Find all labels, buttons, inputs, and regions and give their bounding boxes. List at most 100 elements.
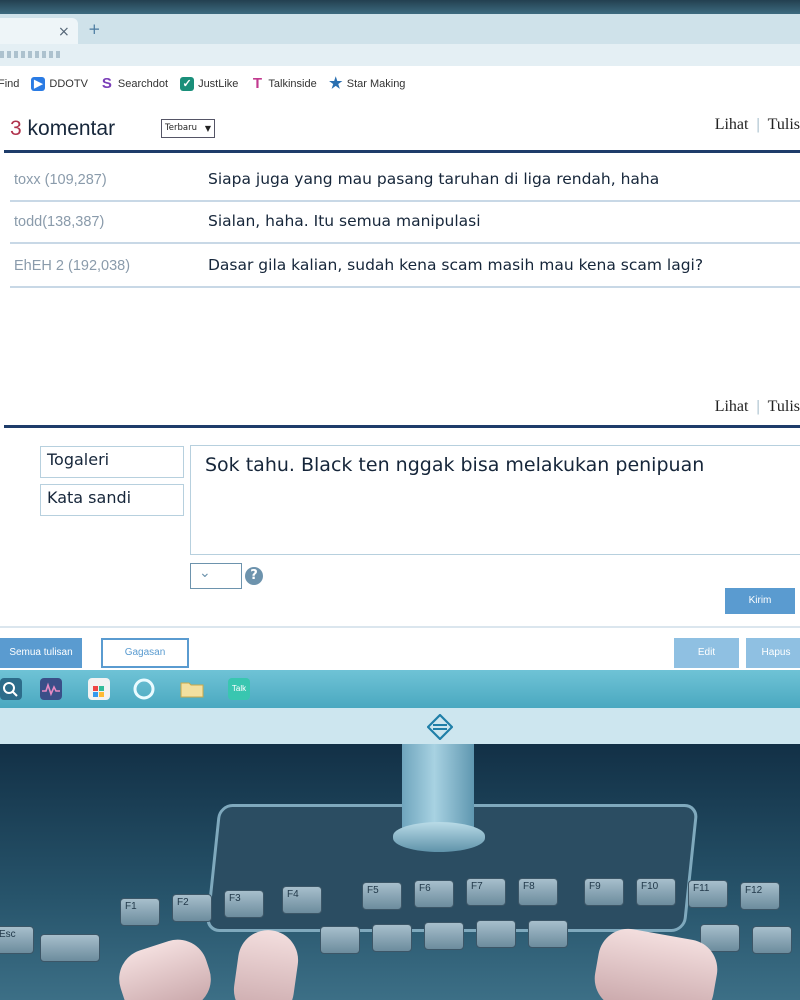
keyboard-key[interactable]: Esc	[0, 926, 34, 954]
keyboard-key[interactable]	[320, 926, 360, 954]
keyboard-key[interactable]: F2	[172, 894, 212, 922]
start-search-icon[interactable]	[0, 678, 22, 700]
comments-header: 3 komentar Terbaru ▼ Lihat | Tulis	[0, 114, 800, 148]
comments-divider	[4, 150, 800, 153]
submit-button[interactable]: Kirim	[725, 588, 795, 614]
keyboard-key[interactable]	[424, 922, 464, 950]
browser-icon[interactable]	[133, 678, 155, 700]
all-posts-button[interactable]: Semua tulisan	[0, 638, 82, 668]
comment-count-label: komentar	[27, 117, 116, 140]
comment-text: Dasar gila kalian, sudah kena scam masih…	[208, 256, 704, 274]
edit-button[interactable]: Edit	[674, 638, 739, 668]
browser-tab[interactable]: ×	[0, 18, 78, 44]
desk-scene: Esc F1 F2 F3 F4 F5 F6 F7 F8 F9 F10 F11 F…	[0, 744, 800, 1000]
bookmark-star-making[interactable]: ★ Star Making	[329, 75, 406, 92]
keyboard-key[interactable]: F3	[224, 890, 264, 918]
os-taskbar: Talk	[0, 670, 800, 708]
monitor-logo-icon	[427, 714, 453, 740]
keyboard-key[interactable]	[752, 926, 792, 954]
comment-text: Sialan, haha. Itu semua manipulasi	[208, 212, 481, 230]
view-link[interactable]: Lihat	[715, 398, 749, 415]
monitor-bezel	[0, 708, 800, 744]
name-field[interactable]: Togaleri	[40, 446, 184, 478]
link-separator: |	[756, 398, 760, 415]
password-placeholder: Kata sandi	[47, 488, 132, 507]
help-icon[interactable]: ?	[245, 567, 263, 585]
star-icon: ★	[329, 75, 343, 92]
comments-view-links: Lihat | Tulis	[715, 116, 800, 134]
captcha-value: ⌄	[199, 565, 211, 581]
s-logo-icon: S	[101, 75, 112, 92]
bookmark-ddotv[interactable]: ▶ DDOTV	[31, 77, 88, 91]
left-hand	[111, 931, 219, 1000]
dropdown-arrow-icon: ▼	[204, 124, 211, 133]
bookmarks-bar: Find ▶ DDOTV S Searchdot ✓ JustLike T Ta…	[0, 66, 800, 102]
comment-count: 3 komentar	[10, 117, 115, 141]
bookmark-justlike[interactable]: ✓ JustLike	[180, 77, 238, 91]
keyboard-key[interactable]: F11	[688, 880, 728, 908]
sort-value: Terbaru	[165, 123, 197, 133]
link-separator: |	[756, 116, 760, 133]
keyboard: Esc F1 F2 F3 F4 F5 F6 F7 F8 F9 F10 F11 F…	[0, 874, 800, 1000]
keyboard-key[interactable]: F9	[584, 878, 624, 906]
left-finger	[230, 926, 302, 1000]
browser-tab-bar: × +	[0, 14, 800, 44]
keyboard-key[interactable]: F7	[466, 878, 506, 906]
bookmark-label: DDOTV	[49, 78, 88, 90]
comment-page: 3 komentar Terbaru ▼ Lihat | Tulis toxx (1…	[0, 102, 800, 626]
comment-user[interactable]: EhEH 2 (192,038)	[14, 258, 130, 274]
keyboard-key[interactable]	[476, 920, 516, 948]
write-link[interactable]: Tulis	[768, 398, 800, 415]
captcha-input[interactable]: ⌄	[190, 563, 242, 589]
comment-user[interactable]: toxx (109,287)	[14, 172, 107, 188]
comment-row: EhEH 2 (192,038) Dasar gila kalian, suda…	[10, 246, 800, 288]
board-toolbar: Semua tulisan Gagasan Edit Hapus	[0, 626, 800, 670]
bookmark-label: Find	[0, 78, 20, 90]
bookmark-searchdot[interactable]: S Searchdot	[100, 75, 168, 92]
comment-textarea[interactable]: Sok tahu. Black ten nggak bisa melakukan…	[190, 445, 800, 555]
comment-text: Siapa juga yang mau pasang taruhan di li…	[208, 170, 660, 188]
form-view-links: Lihat | Tulis	[715, 398, 800, 416]
write-link[interactable]: Tulis	[768, 116, 800, 133]
keyboard-key[interactable]: F10	[636, 878, 676, 906]
sort-dropdown[interactable]: Terbaru ▼	[161, 119, 215, 138]
keyboard-key[interactable]: F5	[362, 882, 402, 910]
new-tab-icon[interactable]: +	[88, 20, 101, 38]
ideas-button[interactable]: Gagasan	[101, 638, 189, 668]
close-tab-icon[interactable]: ×	[58, 24, 70, 40]
comment-draft: Sok tahu. Black ten nggak bisa melakukan…	[205, 454, 705, 476]
password-field[interactable]: Kata sandi	[40, 484, 184, 516]
tv-icon: ▶	[31, 77, 46, 91]
keyboard-key[interactable]	[372, 924, 412, 952]
bookmark-label: Star Making	[346, 78, 406, 90]
keyboard-key[interactable]: F1	[120, 898, 160, 926]
bookmark-icon: ✓	[180, 77, 195, 91]
t-logo-icon: T	[252, 75, 262, 92]
keyboard-key[interactable]: F8	[518, 878, 558, 906]
bookmark-find[interactable]: Find	[0, 78, 19, 90]
keyboard-key[interactable]: F6	[414, 880, 454, 908]
comment-row: todd(138,387) Sialan, haha. Itu semua ma…	[10, 202, 800, 244]
keyboard-key[interactable]: F4	[282, 886, 322, 914]
blurred-url-text	[0, 51, 60, 58]
bookmark-talkinside[interactable]: T Talkinside	[250, 75, 317, 92]
folder-icon[interactable]	[180, 678, 204, 700]
address-bar[interactable]	[0, 44, 800, 66]
monitor-top-edge	[0, 0, 800, 14]
name-field-value: Togaleri	[47, 450, 110, 469]
bookmark-label: Talkinside	[268, 78, 317, 90]
comment-count-number: 3	[10, 117, 22, 140]
talk-app-icon[interactable]: Talk	[228, 678, 250, 700]
form-divider	[4, 425, 800, 428]
store-icon[interactable]	[88, 678, 110, 700]
monitor-stand-collar	[393, 822, 485, 852]
monitor-app-icon[interactable]	[40, 678, 62, 700]
comment-user[interactable]: todd(138,387)	[14, 214, 104, 230]
delete-button[interactable]: Hapus	[746, 638, 800, 668]
keyboard-key[interactable]	[528, 920, 568, 948]
bookmark-label: JustLike	[198, 78, 239, 90]
screen-scene: × + Find ▶ DDOTV S Searchdot ✓ JustLike …	[0, 0, 800, 1000]
keyboard-key[interactable]	[40, 934, 100, 962]
keyboard-key[interactable]: F12	[740, 882, 780, 910]
view-link[interactable]: Lihat	[715, 116, 749, 133]
